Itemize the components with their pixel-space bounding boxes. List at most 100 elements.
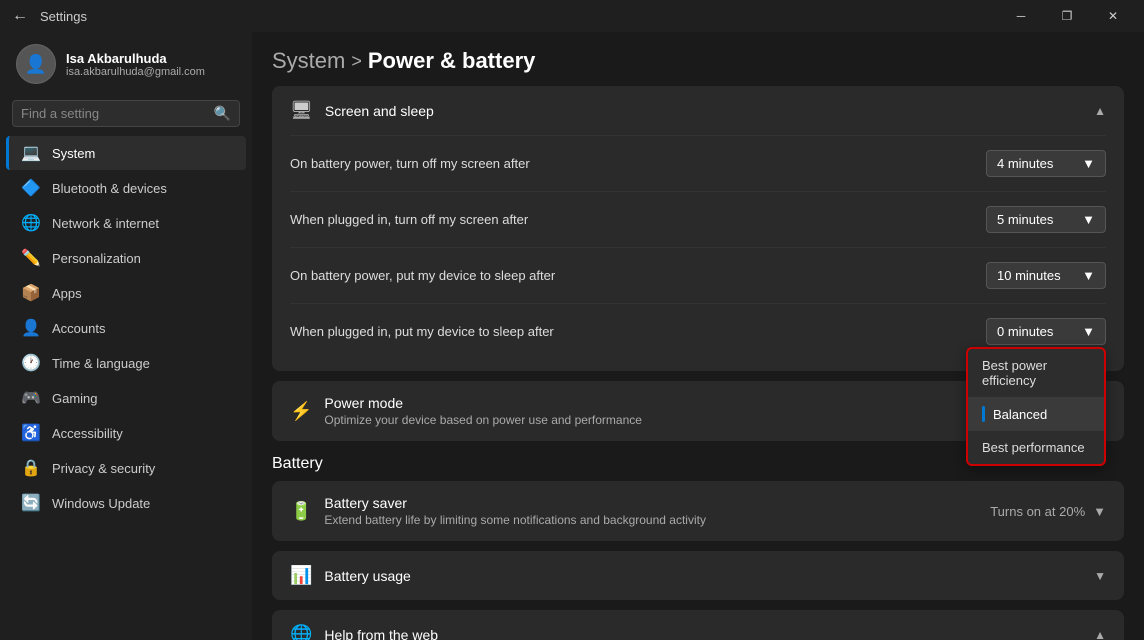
power-mode-info: Power mode Optimize your device based on… — [324, 395, 642, 427]
time-nav-label: Time & language — [52, 356, 150, 371]
titlebar-title: Settings — [40, 9, 87, 24]
close-button[interactable]: ✕ — [1090, 0, 1136, 32]
sidebar-item-personalization[interactable]: ✏️ Personalization — [6, 241, 246, 275]
restore-button[interactable]: ❐ — [1044, 0, 1090, 32]
sidebar-item-gaming[interactable]: 🎮 Gaming — [6, 381, 246, 415]
breadcrumb-sep: > — [351, 51, 362, 72]
power-option-balanced-label: Balanced — [993, 407, 1047, 422]
screen-sleep-title: Screen and sleep — [325, 103, 434, 119]
help-card: 🌐 Help from the web ▲ Adjusting power an… — [272, 610, 1124, 640]
accounts-nav-icon: 👤 — [22, 319, 40, 337]
battery-usage-chevron: ▼ — [1094, 569, 1106, 583]
battery-icon: 🔋 — [290, 501, 312, 522]
dropdown-battery-sleep-value: 10 minutes — [997, 268, 1061, 283]
sidebar-item-privacy[interactable]: 🔒 Privacy & security — [6, 451, 246, 485]
user-name: Isa Akbarulhuda — [66, 51, 205, 66]
battery-usage-header[interactable]: 📊 Battery usage ▼ — [272, 551, 1124, 600]
power-mode-left: ⚡ Power mode Optimize your device based … — [290, 395, 642, 427]
user-info: Isa Akbarulhuda isa.akbarulhuda@gmail.co… — [66, 51, 205, 78]
sidebar: 👤 Isa Akbarulhuda isa.akbarulhuda@gmail.… — [0, 32, 252, 640]
apps-nav-icon: 📦 — [22, 284, 40, 302]
power-mode-title: Power mode — [324, 395, 642, 411]
sidebar-item-update[interactable]: 🔄 Windows Update — [6, 486, 246, 520]
help-chevron: ▲ — [1094, 628, 1106, 640]
sidebar-item-apps[interactable]: 📦 Apps — [6, 276, 246, 310]
dropdown-battery-screen-chevron: ▼ — [1082, 156, 1095, 171]
accounts-nav-label: Accounts — [52, 321, 105, 336]
back-button[interactable]: ← — [8, 4, 32, 28]
minimize-button[interactable]: ─ — [998, 0, 1044, 32]
sidebar-item-system[interactable]: 💻 System — [6, 136, 246, 170]
help-title: Help from the web — [324, 627, 438, 640]
titlebar: ← Settings ─ ❐ ✕ — [0, 0, 1144, 32]
sidebar-item-accounts[interactable]: 👤 Accounts — [6, 311, 246, 345]
bluetooth-nav-icon: 🔷 — [22, 179, 40, 197]
dropdown-plugged-sleep-btn[interactable]: 0 minutes ▼ — [986, 318, 1106, 345]
network-nav-icon: 🌐 — [22, 214, 40, 232]
battery-usage-title: Battery usage — [324, 568, 410, 584]
accessibility-nav-label: Accessibility — [52, 426, 123, 441]
setting-label-4: When plugged in, put my device to sleep … — [290, 324, 554, 339]
content-area: System > Power & battery 🖥 Screen and sl… — [252, 32, 1144, 640]
screen-sleep-header[interactable]: 🖥 Screen and sleep ▲ — [272, 86, 1124, 135]
screen-sleep-card: 🖥 Screen and sleep ▲ On battery power, t… — [272, 86, 1124, 371]
setting-row-2: When plugged in, turn off my screen afte… — [290, 191, 1106, 247]
setting-label-2: When plugged in, turn off my screen afte… — [290, 212, 528, 227]
network-nav-label: Network & internet — [52, 216, 159, 231]
system-nav-label: System — [52, 146, 95, 161]
user-email: isa.akbarulhuda@gmail.com — [66, 66, 205, 78]
battery-usage-left: 📊 Battery usage — [290, 565, 411, 586]
setting-label-1: On battery power, turn off my screen aft… — [290, 156, 530, 171]
screen-sleep-header-left: 🖥 Screen and sleep — [290, 100, 434, 121]
gaming-nav-label: Gaming — [52, 391, 98, 406]
privacy-nav-icon: 🔒 — [22, 459, 40, 477]
bluetooth-nav-label: Bluetooth & devices — [52, 181, 167, 196]
power-option-efficiency[interactable]: Best power efficiency — [968, 349, 1104, 397]
help-header-left: 🌐 Help from the web — [290, 624, 438, 640]
setting-row-3: On battery power, put my device to sleep… — [290, 247, 1106, 303]
battery-saver-card: 🔋 Battery saver Extend battery life by l… — [272, 481, 1124, 541]
update-nav-label: Windows Update — [52, 496, 150, 511]
time-nav-icon: 🕐 — [22, 354, 40, 372]
power-icon: ⚡ — [290, 401, 312, 422]
sidebar-item-network[interactable]: 🌐 Network & internet — [6, 206, 246, 240]
dropdown-plugged-sleep-value: 0 minutes — [997, 324, 1053, 339]
sidebar-item-accessibility[interactable]: ♿ Accessibility — [6, 416, 246, 450]
accessibility-nav-icon: ♿ — [22, 424, 40, 442]
personalization-nav-icon: ✏️ — [22, 249, 40, 267]
setting-row-4: When plugged in, put my device to sleep … — [290, 303, 1106, 359]
power-mode-desc: Optimize your device based on power use … — [324, 413, 642, 427]
update-nav-icon: 🔄 — [22, 494, 40, 512]
dropdown-plugged-sleep: 0 minutes ▼ Best power efficiency Balanc… — [986, 318, 1106, 345]
sidebar-item-time[interactable]: 🕐 Time & language — [6, 346, 246, 380]
apps-nav-label: Apps — [52, 286, 82, 301]
battery-saver-row: 🔋 Battery saver Extend battery life by l… — [272, 481, 1124, 541]
privacy-nav-label: Privacy & security — [52, 461, 155, 476]
search-input[interactable] — [21, 106, 208, 121]
globe-icon: 🌐 — [290, 624, 312, 640]
dropdown-plugged-screen-btn[interactable]: 5 minutes ▼ — [986, 206, 1106, 233]
power-option-performance[interactable]: Best performance — [968, 431, 1104, 464]
battery-saver-status: Turns on at 20% — [990, 504, 1085, 519]
dropdown-plugged-screen-chevron: ▼ — [1082, 212, 1095, 227]
search-box[interactable]: 🔍 — [12, 100, 240, 127]
system-nav-icon: 💻 — [22, 144, 40, 162]
dropdown-plugged-sleep-chevron: ▼ — [1082, 324, 1095, 339]
sidebar-item-bluetooth[interactable]: 🔷 Bluetooth & devices — [6, 171, 246, 205]
dropdown-battery-sleep-chevron: ▼ — [1082, 268, 1095, 283]
nav-items: 💻 System 🔷 Bluetooth & devices 🌐 Network… — [0, 135, 252, 521]
screen-sleep-chevron: ▲ — [1094, 104, 1106, 118]
dropdown-plugged-screen-value: 5 minutes — [997, 212, 1053, 227]
battery-saver-left: 🔋 Battery saver Extend battery life by l… — [290, 495, 706, 527]
battery-saver-info: Battery saver Extend battery life by lim… — [324, 495, 706, 527]
dropdown-battery-screen-btn[interactable]: 4 minutes ▼ — [986, 150, 1106, 177]
battery-saver-chevron: ▼ — [1093, 504, 1106, 519]
titlebar-left: ← Settings — [8, 4, 87, 28]
titlebar-controls: ─ ❐ ✕ — [998, 0, 1136, 32]
main-layout: 👤 Isa Akbarulhuda isa.akbarulhuda@gmail.… — [0, 32, 1144, 640]
dropdown-battery-sleep-btn[interactable]: 10 minutes ▼ — [986, 262, 1106, 289]
avatar: 👤 — [16, 44, 56, 84]
power-option-balanced[interactable]: Balanced — [968, 397, 1104, 431]
help-header[interactable]: 🌐 Help from the web ▲ — [272, 610, 1124, 640]
selected-bar — [982, 406, 985, 422]
